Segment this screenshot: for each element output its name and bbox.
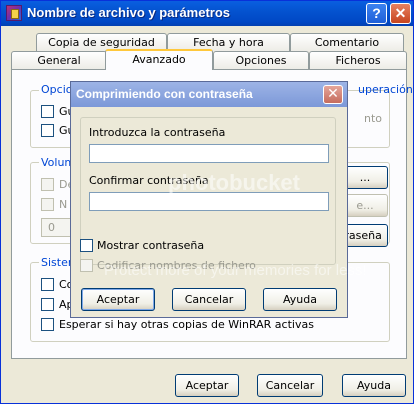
right-button-2[interactable]: e... — [342, 194, 388, 217]
tab-files[interactable]: Ficheros — [309, 51, 407, 70]
enter-password-label: Introduzca la contraseña — [89, 126, 226, 139]
confirm-password-input[interactable] — [89, 192, 329, 211]
close-button[interactable]: ✕ — [390, 3, 411, 24]
wait-other-copies-label: Esperar si hay otras copias de WinRAR ac… — [59, 318, 314, 331]
help-bottom-button[interactable]: Ayuda — [342, 374, 406, 397]
tab-comment[interactable]: Comentario — [290, 33, 404, 52]
volume-combo-value: 0 — [48, 221, 55, 234]
volume-label-2: N — [59, 198, 68, 211]
show-password-checkbox[interactable] — [80, 239, 93, 252]
system-checkbox-1[interactable] — [41, 278, 54, 291]
tab-options[interactable]: Opciones — [213, 51, 309, 70]
dialog-help-button[interactable]: Ayuda — [263, 288, 337, 311]
confirm-password-label: Confirmar contraseña — [89, 174, 209, 187]
dialog-title-bar[interactable]: Comprimiendo con contraseña ✕ — [71, 82, 347, 107]
winrar-icon — [6, 5, 22, 21]
show-password-label: Mostrar contraseña — [97, 239, 205, 252]
volume-checkbox-1[interactable] — [41, 178, 54, 191]
system-checkbox-2[interactable] — [41, 298, 54, 311]
password-dialog: Comprimiendo con contraseña ✕ Introduzca… — [70, 81, 348, 318]
option-checkbox-1[interactable] — [41, 105, 54, 118]
cancel-button[interactable]: Cancelar — [257, 374, 323, 397]
enter-password-input[interactable] — [89, 144, 329, 163]
help-button[interactable]: ? — [366, 3, 387, 24]
volume-checkbox-2[interactable] — [41, 198, 54, 211]
title-bar[interactable]: Nombre de archivo y parámetros ? ✕ — [1, 1, 413, 26]
dialog-title: Comprimiendo con contraseña — [76, 87, 253, 101]
window-title: Nombre de archivo y parámetros — [27, 5, 231, 20]
recovery-label: uperación — [358, 83, 413, 96]
encrypt-names-checkbox[interactable] — [80, 259, 93, 272]
option-right-text: nto — [364, 112, 383, 125]
dialog-cancel-button[interactable]: Cancelar — [172, 288, 246, 311]
wait-other-copies-checkbox[interactable] — [41, 318, 54, 331]
dialog-ok-button[interactable]: Aceptar — [81, 288, 155, 311]
tab-advanced[interactable]: Avanzado — [105, 49, 213, 70]
ok-button[interactable]: Aceptar — [175, 374, 239, 397]
tab-general[interactable]: General — [11, 51, 107, 70]
option-checkbox-2[interactable] — [41, 124, 54, 137]
encrypt-names-label: Codificar nombres de fichero — [97, 259, 256, 272]
dialog-close-button[interactable]: ✕ — [323, 85, 343, 104]
right-button-1[interactable]: ... — [342, 166, 388, 189]
